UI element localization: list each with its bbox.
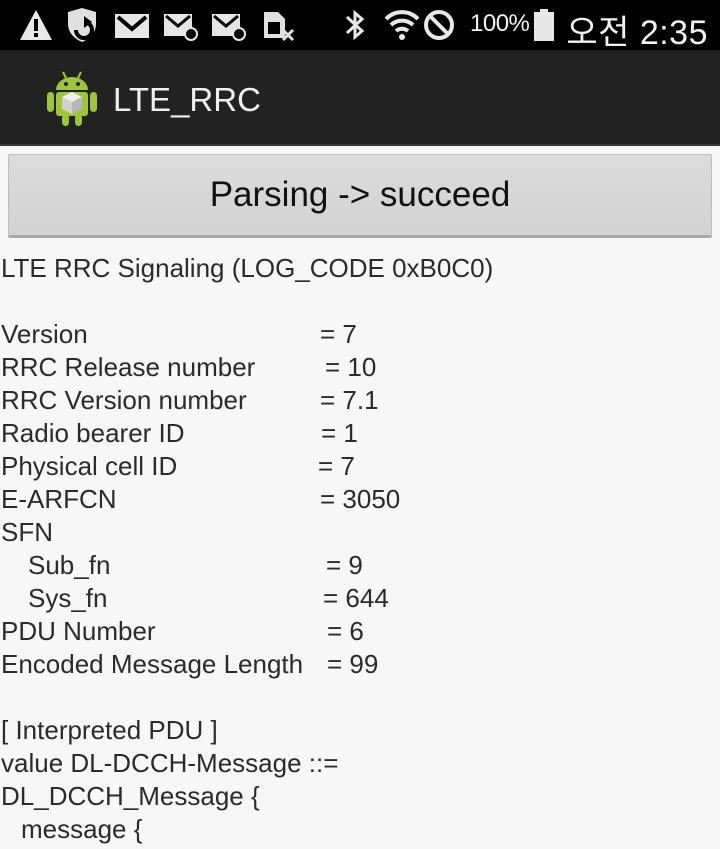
pdu-header: [ Interpreted PDU ]	[1, 715, 218, 745]
field-value: = 7	[320, 319, 357, 349]
field-value: = 9	[326, 550, 363, 580]
log-field-row: Encoded Message Length = 99	[1, 648, 719, 681]
field-label: Encoded Message Length	[1, 649, 304, 679]
action-bar: LTE_RRC	[0, 50, 720, 146]
log-header: LTE RRC Signaling (LOG_CODE 0xB0C0)	[1, 253, 494, 283]
bluetooth-icon	[345, 9, 365, 41]
log-field-row: RRC Release number = 10	[1, 351, 719, 384]
status-bar: 100% 오전 2:35	[0, 0, 720, 52]
field-label: RRC Release number	[1, 352, 256, 382]
android-robot-icon[interactable]	[44, 68, 100, 128]
battery-icon	[534, 9, 554, 41]
log-field-row: Sub_fn = 9	[1, 549, 719, 582]
gmail-icon	[115, 14, 149, 38]
warning-icon	[20, 10, 52, 40]
field-value: = 1	[321, 418, 358, 448]
field-value: = 10	[325, 352, 377, 382]
main-content: Parsing -> succeed LTE RRC Signaling (LO…	[0, 146, 720, 849]
field-label: Version	[1, 319, 88, 349]
pdu-line: value DL-DCCH-Message ::=	[1, 748, 339, 778]
parse-button[interactable]: Parsing -> succeed	[8, 154, 712, 238]
field-value: = 6	[327, 616, 364, 646]
parsed-log: LTE RRC Signaling (LOG_CODE 0xB0C0) Vers…	[1, 252, 719, 846]
log-field-row: Version = 7	[1, 318, 719, 351]
do-not-disturb-icon	[424, 10, 454, 40]
log-field-row: RRC Version number = 7.1	[1, 384, 719, 417]
field-label: E-ARFCN	[1, 484, 117, 514]
field-label: Radio bearer ID	[1, 418, 185, 448]
log-field-row: Radio bearer ID = 1	[1, 417, 719, 450]
wifi-icon	[384, 10, 420, 40]
log-field-row: PDU Number = 6	[1, 615, 719, 648]
field-value: = 644	[323, 583, 389, 613]
pdu-line: DL_DCCH_Message {	[1, 781, 260, 811]
field-value: = 3050	[320, 484, 401, 514]
shield-sync-icon	[68, 8, 96, 42]
app-title: LTE_RRC	[113, 81, 261, 118]
email-icon	[164, 14, 198, 41]
field-label: RRC Version number	[1, 385, 247, 415]
clock: 오전 2:35	[566, 14, 708, 52]
field-label: SFN	[1, 517, 53, 547]
pdu-line: message {	[21, 814, 143, 844]
field-label: Sys_fn	[28, 583, 108, 613]
field-value: = 7.1	[320, 385, 379, 415]
email-icon	[212, 14, 246, 41]
field-label: PDU Number	[1, 616, 156, 646]
log-field-row: Physical cell ID = 7	[1, 450, 719, 483]
battery-percent: 100%	[470, 10, 530, 37]
log-field-row: SFN	[1, 516, 719, 549]
field-value: = 99	[327, 649, 379, 679]
log-field-row: Sys_fn = 644	[1, 582, 719, 615]
field-value: = 7	[318, 451, 355, 481]
field-label: Sub_fn	[28, 550, 111, 580]
sim-card-icon	[264, 12, 295, 42]
log-field-row: E-ARFCN = 3050	[1, 483, 719, 516]
field-list: Version = 7 RRC Release number = 10 RRC Vers…	[1, 318, 719, 681]
field-label: Physical cell ID	[1, 451, 178, 481]
